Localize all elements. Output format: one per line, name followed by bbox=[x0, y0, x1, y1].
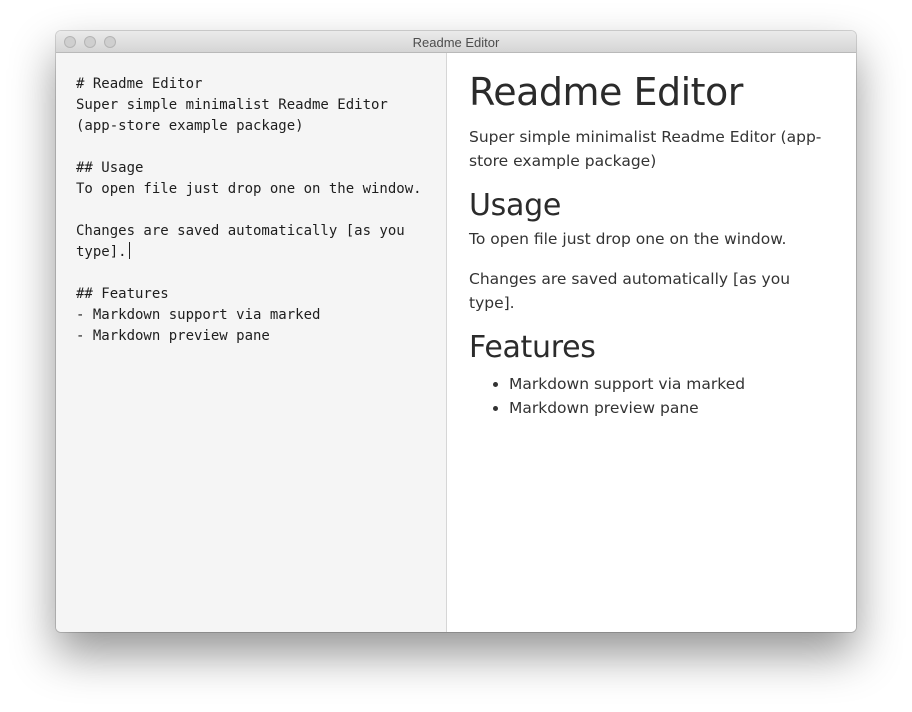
preview-intro-paragraph: Super simple minimalist Readme Editor (a… bbox=[469, 128, 822, 170]
markdown-editor[interactable]: # Readme Editor Super simple minimalist … bbox=[56, 53, 447, 632]
editor-line-2: Super simple minimalist Readme Editor (a… bbox=[76, 97, 397, 134]
editor-line-10: - Markdown support via marked bbox=[76, 307, 321, 323]
preview-usage-paragraph-2: Changes are saved automatically [as you … bbox=[469, 270, 791, 312]
editor-line-4: ## Usage bbox=[76, 160, 144, 176]
preview-heading-1: Readme Editor bbox=[469, 70, 743, 114]
editor-line-5: To open file just drop one on the window… bbox=[76, 181, 422, 197]
editor-line-7: Changes are saved automatically [as you … bbox=[76, 223, 414, 260]
list-item: Markdown preview pane bbox=[509, 396, 836, 420]
preview-features-list: Markdown support via marked Markdown pre… bbox=[469, 372, 836, 420]
window-title: Readme Editor bbox=[412, 35, 500, 50]
preview-usage-paragraph-1: To open file just drop one on the window… bbox=[469, 230, 787, 248]
preview-heading-features: Features bbox=[469, 330, 596, 365]
editor-line-11: - Markdown preview pane bbox=[76, 328, 270, 344]
text-cursor bbox=[128, 242, 130, 259]
editor-line-9: ## Features bbox=[76, 286, 169, 302]
preview-heading-usage: Usage bbox=[469, 188, 561, 223]
markdown-preview-pane: Readme Editor Super simple minimalist Re… bbox=[448, 53, 856, 632]
title-bar[interactable]: Readme Editor bbox=[56, 31, 856, 53]
app-window: Readme Editor # Readme Editor Super simp… bbox=[56, 31, 856, 632]
editor-line-1: # Readme Editor bbox=[76, 76, 203, 92]
list-item: Markdown support via marked bbox=[509, 372, 836, 396]
